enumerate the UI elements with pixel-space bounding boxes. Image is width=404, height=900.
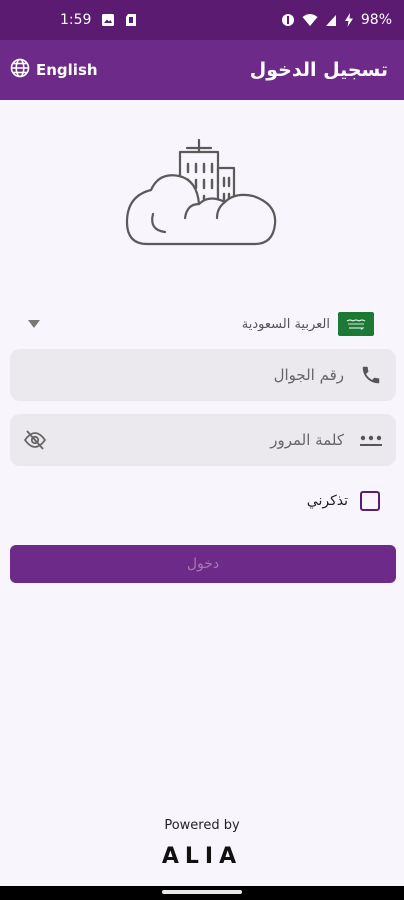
country-selector[interactable]: العربية السعودية [24, 310, 374, 338]
saudi-arabia-flag-icon [338, 312, 374, 336]
globe-icon [10, 58, 30, 82]
app-logo [125, 138, 281, 248]
status-bar: 1:59 98% [0, 0, 404, 40]
status-time: 1:59 [60, 12, 92, 28]
remember-me-label: تذكرني [306, 493, 348, 509]
navigation-bar [0, 886, 404, 900]
password-dots-icon [358, 427, 384, 453]
wifi-icon [302, 13, 318, 27]
country-name: العربية السعودية [241, 316, 330, 332]
battery-percent: 98% [360, 12, 392, 28]
image-icon [101, 13, 115, 27]
status-right: 98% [281, 12, 392, 28]
country-info: العربية السعودية [242, 312, 374, 336]
language-toggle-button[interactable]: English [10, 58, 98, 82]
language-toggle-label: English [36, 61, 98, 79]
battery-charging-icon [344, 13, 354, 27]
login-button[interactable]: دخول [10, 545, 396, 583]
login-button-label: دخول [186, 556, 220, 572]
signal-icon [325, 13, 337, 27]
phone-field[interactable]: رقم الجوال [10, 349, 396, 401]
password-input[interactable]: كلمة المرور [48, 431, 358, 449]
page-title: تسجيل الدخول [249, 59, 388, 81]
remember-me-row: تذكرني [307, 491, 380, 511]
app-bar: English تسجيل الدخول [0, 40, 404, 100]
phone-input[interactable]: رقم الجوال [22, 366, 358, 384]
remember-me-checkbox[interactable] [360, 491, 380, 511]
home-gesture-handle[interactable] [162, 890, 242, 894]
chevron-down-icon[interactable] [24, 314, 44, 334]
phone-icon [358, 362, 384, 388]
powered-by-text: Powered by [164, 818, 240, 833]
sd-card-icon [125, 13, 137, 27]
password-field[interactable]: كلمة المرور [10, 414, 396, 466]
do-not-disturb-icon [281, 13, 295, 27]
status-left: 1:59 [60, 12, 137, 28]
visibility-off-icon[interactable] [22, 427, 48, 453]
brand-logo: ALIA [161, 844, 243, 869]
